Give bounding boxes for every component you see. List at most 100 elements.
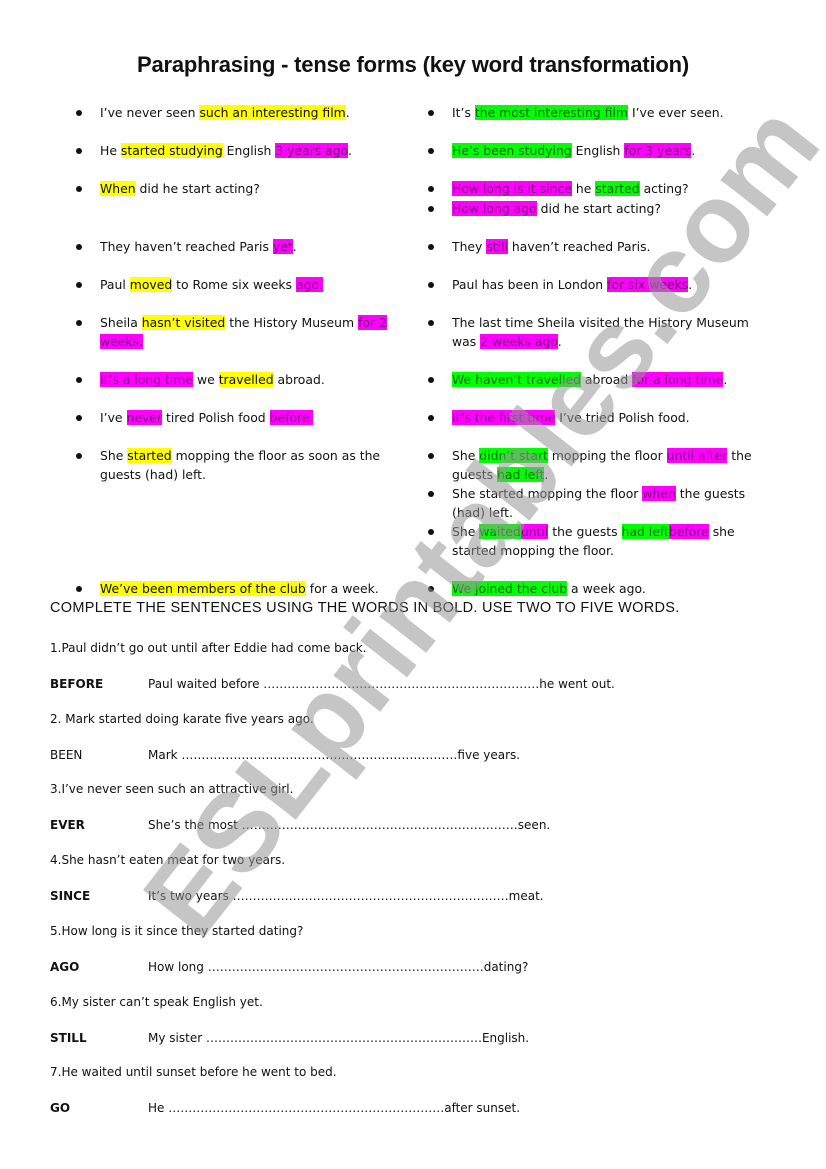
text-segment: English xyxy=(222,143,276,158)
text-segment: the History Museum xyxy=(225,315,358,330)
highlighted-phrase: ago. xyxy=(295,277,323,292)
sentence-text: We haven’t travelled abroad for a long t… xyxy=(452,371,773,390)
original-sentence: We’ve been members of the club for a wee… xyxy=(76,580,416,599)
highlighted-phrase: still xyxy=(486,239,508,254)
text-segment: . xyxy=(544,466,549,482)
text-segment: he xyxy=(571,181,596,196)
text-segment: I’ve tried Polish food. xyxy=(555,410,690,425)
gap-fill-answer-line[interactable]: She’s the most ……………………………………………………………se… xyxy=(148,818,550,832)
text-segment: I’ve ever seen. xyxy=(628,105,724,120)
highlighted-phrase: He’s been studying xyxy=(452,143,572,158)
sentence-text: When did he start acting? xyxy=(100,180,416,199)
sentence-text: They still haven’t reached Paris. xyxy=(452,238,773,257)
sentence-text: It’s the most interesting film I’ve ever… xyxy=(452,104,773,123)
sentence-text: We’ve been members of the club for a wee… xyxy=(100,580,416,599)
text-segment: Sheila xyxy=(100,315,142,330)
key-word: SINCE xyxy=(50,889,91,904)
sentence-text: They haven’t reached Paris yet. xyxy=(100,238,416,257)
original-sentence: I’ve never seen such an interesting film… xyxy=(76,104,416,123)
key-word: GO xyxy=(50,1101,71,1116)
text-segment: . xyxy=(723,372,728,387)
highlighted-phrase: for six weeks xyxy=(607,277,689,292)
highlighted-phrase: How long ago xyxy=(452,201,537,216)
sentence-text: I’ve never tired Polish food before. xyxy=(100,409,416,428)
text-segment: tired Polish food xyxy=(162,410,270,425)
key-word: BEEN xyxy=(50,747,83,762)
sentence-text: She started mopping the floor when the g… xyxy=(452,485,773,522)
gap-fill-answer-line[interactable]: It’s two years ……………………………………………………………me… xyxy=(148,889,544,903)
page-title: Paraphrasing - tense forms (key word tra… xyxy=(137,52,689,77)
gap-fill-answer-line[interactable]: He ……………………………………………………………after sunset. xyxy=(148,1101,520,1115)
highlighted-phrase: until after xyxy=(666,448,728,463)
text-segment: haven’t reached Paris. xyxy=(507,239,651,254)
highlighted-phrase: never xyxy=(126,410,163,425)
highlighted-phrase: had left xyxy=(621,524,669,539)
paraphrased-sentence: How long is it since he started acting? xyxy=(428,180,773,199)
gap-fill-answer-line[interactable]: Paul waited before ………………………………………………………… xyxy=(148,677,615,691)
text-segment: Paul has been in London xyxy=(452,277,608,292)
key-word: EVER xyxy=(50,818,85,833)
sentence-text: He started studying English 3 years ago. xyxy=(100,142,416,161)
text-segment: we xyxy=(193,372,219,387)
sentence-text: He’s been studying English for 3 years. xyxy=(452,142,773,161)
paraphrased-sentence: It’s the first time I’ve tried Polish fo… xyxy=(428,409,773,428)
sentence-text: How long is it since he started acting? xyxy=(452,180,773,199)
text-segment: . xyxy=(688,277,693,292)
sentence-text: Sheila hasn’t visited the History Museum… xyxy=(100,314,416,351)
highlighted-phrase: We joined the club xyxy=(452,581,568,596)
text-segment: a week ago. xyxy=(567,581,646,596)
key-word: STILL xyxy=(50,1030,87,1045)
highlighted-phrase: How long is it since xyxy=(452,181,572,196)
sentence-text: How long ago did he start acting? xyxy=(452,200,773,219)
highlighted-phrase: before xyxy=(668,524,709,539)
original-sentence: He started studying English 3 years ago. xyxy=(76,142,416,161)
highlighted-phrase: until xyxy=(520,524,549,539)
sentence-text: She didn’t start mopping the floor until… xyxy=(452,447,773,484)
highlighted-phrase: It’s the first time xyxy=(452,410,556,425)
paraphrased-sentence: Paul has been in London for six weeks. xyxy=(428,276,773,295)
highlighted-phrase: such an interesting film xyxy=(199,105,346,120)
highlighted-phrase: didn’t start xyxy=(479,448,548,463)
text-segment: to Rome six weeks xyxy=(172,277,296,292)
highlighted-phrase: started studying xyxy=(120,143,223,158)
highlighted-phrase: yet xyxy=(272,239,293,254)
exercise-source-sentence: 5.How long is it since they started dati… xyxy=(50,923,304,938)
sentence-text: Paul moved to Rome six weeks ago. xyxy=(100,276,416,295)
text-segment: They haven’t reached Paris xyxy=(100,239,273,254)
text-segment: acting? xyxy=(639,181,689,196)
highlighted-phrase: We haven’t travelled xyxy=(452,372,581,387)
highlighted-phrase: when xyxy=(642,486,676,501)
text-segment: for a week. xyxy=(305,581,379,596)
sentence-text: I’ve never seen such an interesting film… xyxy=(100,104,416,123)
highlighted-phrase: for 3 years xyxy=(624,143,692,158)
gap-fill-answer-line[interactable]: How long ……………………………………………………………dating? xyxy=(148,960,528,974)
highlighted-phrase: the most interesting film xyxy=(474,105,628,120)
text-segment: the guests xyxy=(548,524,622,539)
original-sentence: She started mopping the floor as soon as… xyxy=(76,447,416,484)
text-segment: did he start acting? xyxy=(536,201,661,216)
text-segment: . xyxy=(292,239,297,254)
gap-fill-answer-line[interactable]: Mark ……………………………………………………………five years. xyxy=(148,748,520,762)
text-segment: did he start acting? xyxy=(135,181,260,196)
highlighted-phrase: for a long time xyxy=(632,372,724,387)
original-sentence: Sheila hasn’t visited the History Museum… xyxy=(76,314,416,351)
sentence-text: It’s the first time I’ve tried Polish fo… xyxy=(452,409,773,428)
original-sentence: It’s a long time we travelled abroad. xyxy=(76,371,416,390)
sentence-text: Paul has been in London for six weeks. xyxy=(452,276,773,295)
text-segment: He xyxy=(100,143,121,158)
paraphrased-sentence: She started mopping the floor when the g… xyxy=(428,485,773,522)
paraphrased-sentence: We haven’t travelled abroad for a long t… xyxy=(428,371,773,390)
text-segment: English xyxy=(571,143,625,158)
highlighted-phrase: travelled xyxy=(218,372,274,387)
exercise-source-sentence: 2. Mark started doing karate five years … xyxy=(50,711,314,726)
text-segment: It’s xyxy=(452,105,475,120)
gap-fill-answer-line[interactable]: My sister ……………………………………………………………English… xyxy=(148,1031,529,1045)
text-segment: abroad xyxy=(580,372,633,387)
text-segment: She xyxy=(452,524,480,539)
sentence-text: The last time Sheila visited the History… xyxy=(452,314,773,351)
highlighted-phrase: When xyxy=(100,181,136,196)
text-segment: She xyxy=(452,448,480,463)
exercise-source-sentence: 7.He waited until sunset before he went … xyxy=(50,1065,337,1080)
highlighted-phrase: 2 weeks ago xyxy=(480,333,558,349)
text-segment: She xyxy=(100,448,128,463)
